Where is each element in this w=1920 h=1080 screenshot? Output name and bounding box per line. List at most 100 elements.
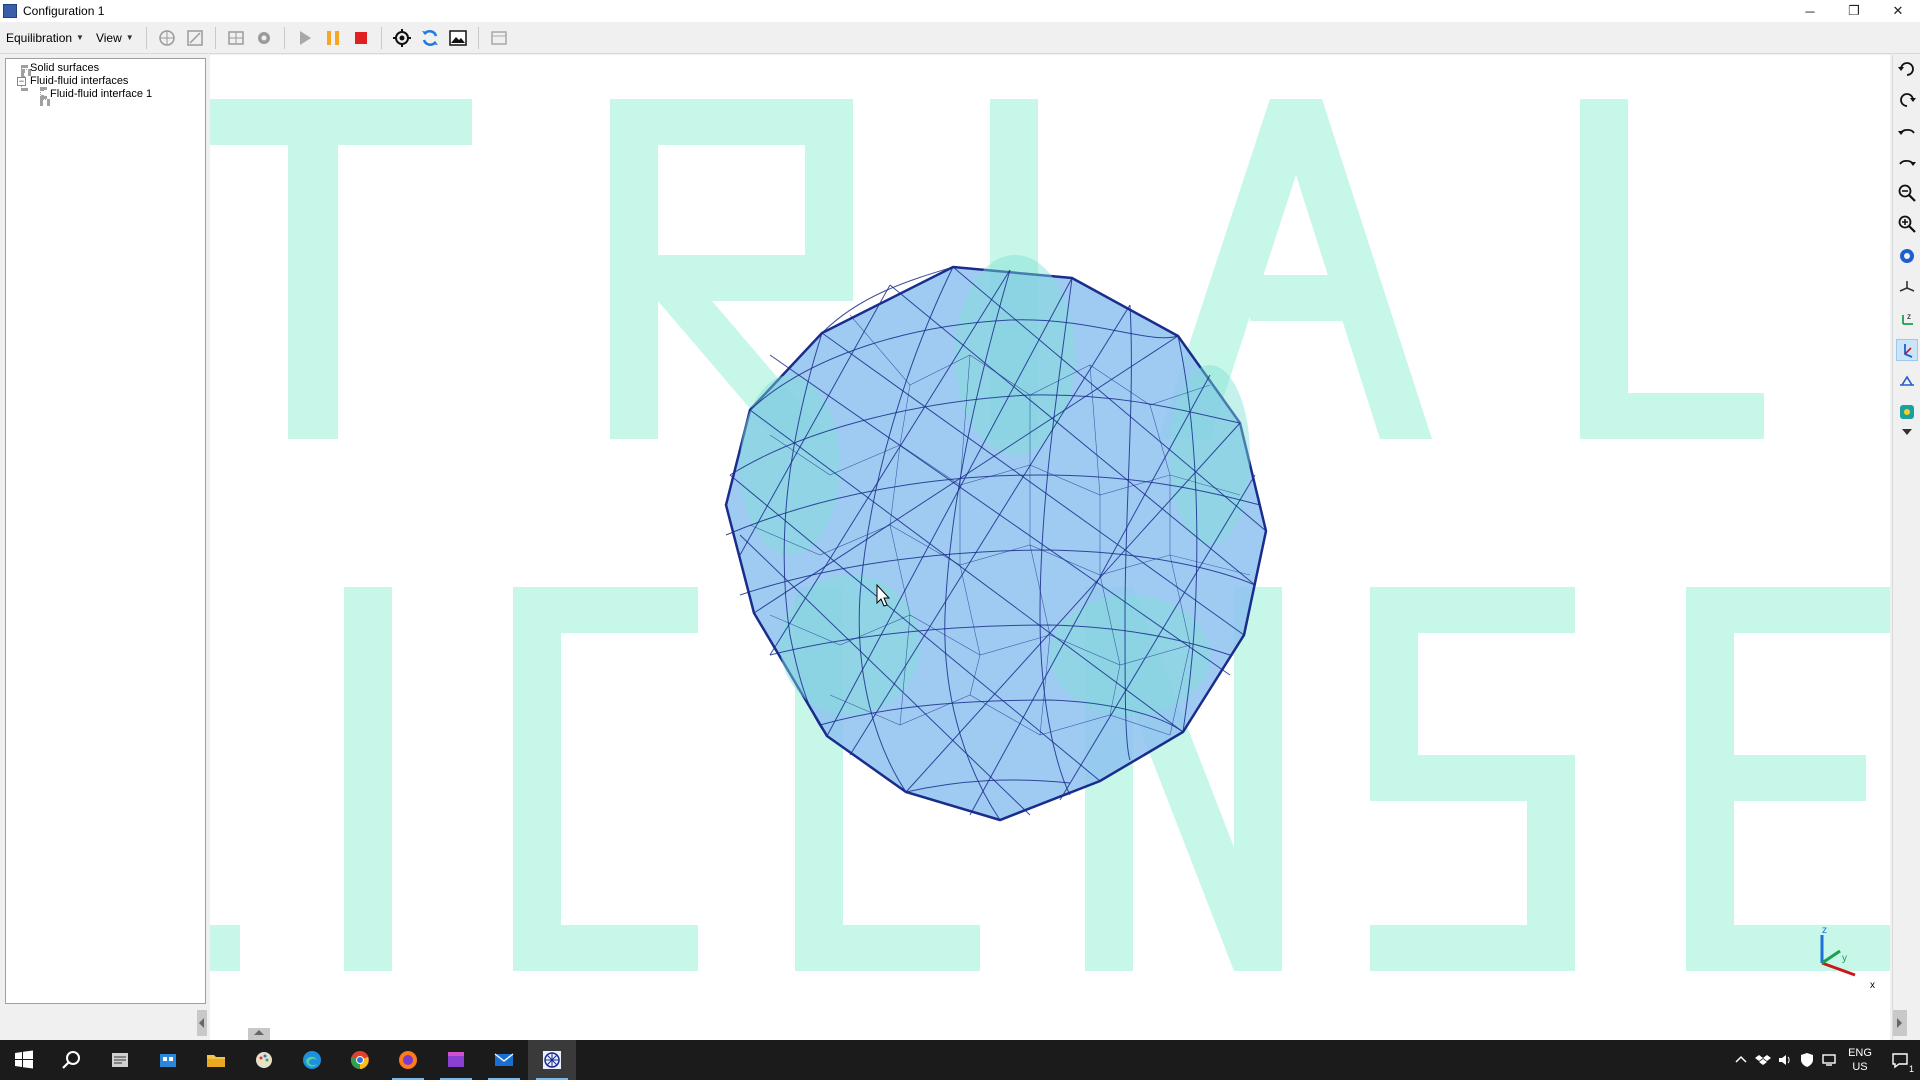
settings-button[interactable] — [251, 25, 277, 51]
main-toolbar: Equilibration ▼ View ▼ — [0, 22, 1920, 54]
notification-count: 1 — [1908, 1064, 1914, 1074]
taskbar-mail[interactable] — [480, 1040, 528, 1080]
more-dropdown-button[interactable] — [1896, 425, 1918, 439]
3d-viewport[interactable]: z y x — [210, 55, 1890, 1040]
watermark-stroke — [288, 99, 338, 439]
tree-item-fluid-fluid-interface-1[interactable]: Fluid-fluid interface 1 — [50, 88, 152, 100]
equilibration-menu-label: Equilibration — [6, 30, 73, 45]
watermark-stroke — [513, 587, 698, 633]
taskbar-chrome[interactable] — [336, 1040, 384, 1080]
axis-x-label: x — [1870, 980, 1875, 991]
taskbar-video-editor[interactable] — [432, 1040, 480, 1080]
taskbar-file-explorer[interactable] — [192, 1040, 240, 1080]
axis-z-button[interactable]: z — [1896, 308, 1918, 330]
paint-icon — [256, 1052, 272, 1068]
rotate-left-button[interactable] — [1896, 58, 1918, 80]
surface-evolver-icon — [543, 1051, 561, 1069]
tray-volume[interactable] — [1774, 1040, 1796, 1080]
expand-right-arrow[interactable] — [1893, 1010, 1907, 1036]
dropbox-icon — [1755, 1055, 1771, 1065]
tree-item-solid-surfaces[interactable]: Solid surfaces — [30, 62, 99, 74]
app-icon — [3, 4, 17, 18]
play-icon — [299, 30, 311, 45]
minimize-button[interactable]: ─ — [1788, 0, 1832, 22]
axis-z-icon: z — [1902, 312, 1913, 325]
panel-icon — [490, 30, 507, 45]
notes-app-icon — [112, 1053, 128, 1067]
equilibration-menu[interactable]: Equilibration ▼ — [0, 22, 90, 54]
model-icon — [158, 29, 175, 46]
toolbar-separator — [380, 26, 382, 49]
panel-button[interactable] — [486, 25, 512, 51]
render-mode-icon — [1900, 405, 1914, 419]
region-code: US — [1852, 1061, 1868, 1073]
undo-view-button[interactable] — [1896, 120, 1918, 142]
axis-y-icon — [1904, 344, 1913, 358]
mesh-button[interactable] — [223, 25, 249, 51]
model-button[interactable] — [154, 25, 180, 51]
toolbar-separator — [145, 26, 147, 49]
tray-security[interactable] — [1796, 1040, 1818, 1080]
volume-icon — [1779, 1055, 1790, 1065]
watermark-stroke — [1250, 275, 1346, 321]
axis-xyz-button[interactable] — [1896, 277, 1918, 299]
watermark-stroke — [1580, 393, 1764, 439]
collapse-panel-arrow[interactable] — [197, 1010, 207, 1036]
tray-dropbox[interactable] — [1752, 1040, 1774, 1080]
zoom-in-button[interactable] — [1896, 213, 1918, 235]
close-button[interactable]: ✕ — [1876, 0, 1920, 22]
zoom-out-button[interactable] — [1896, 182, 1918, 204]
taskbar-paint-app[interactable] — [240, 1040, 288, 1080]
axis-x-button[interactable] — [1896, 370, 1918, 392]
tree-item-fluid-fluid-interfaces[interactable]: Fluid-fluid interfaces — [30, 75, 128, 87]
search-button[interactable] — [48, 1040, 96, 1080]
taskbar-notes-app[interactable] — [96, 1040, 144, 1080]
pause-button[interactable] — [320, 25, 346, 51]
watermark-stroke — [344, 587, 392, 971]
settings-gear-icon — [257, 31, 270, 44]
image-export-button[interactable] — [445, 25, 471, 51]
restore-button[interactable]: ❐ — [1832, 0, 1876, 22]
tray-network[interactable] — [1818, 1040, 1840, 1080]
taskbar-firefox[interactable] — [384, 1040, 432, 1080]
watermark-stroke — [513, 925, 698, 971]
rotate-right-button[interactable] — [1896, 89, 1918, 111]
svg-text:z: z — [1907, 312, 1911, 321]
taskbar-edge[interactable] — [288, 1040, 336, 1080]
view-menu[interactable]: View ▼ — [90, 22, 140, 54]
file-explorer-icon — [207, 1055, 225, 1067]
view-settings-button[interactable] — [1896, 245, 1918, 267]
notification-center-button[interactable]: 1 — [1880, 1040, 1920, 1080]
axis-y-button[interactable] — [1896, 339, 1918, 361]
language-indicator[interactable]: ENG US — [1840, 1046, 1880, 1074]
start-button[interactable] — [0, 1040, 48, 1080]
redo-view-button[interactable] — [1896, 151, 1918, 173]
taskbar-store-app[interactable] — [144, 1040, 192, 1080]
watermark-stroke — [1234, 587, 1282, 971]
pause-icon — [326, 30, 339, 45]
view-menu-label: View — [95, 30, 122, 45]
axis-x-icon — [1900, 375, 1914, 386]
expand-bottom-arrow[interactable] — [248, 1028, 270, 1040]
tray-overflow-button[interactable] — [1730, 1040, 1752, 1080]
trial-license-watermark — [210, 99, 1890, 977]
axis-z-label: z — [1822, 925, 1827, 936]
edit-button[interactable] — [182, 25, 208, 51]
target-button[interactable] — [389, 25, 415, 51]
view-settings-gear-icon — [1900, 249, 1914, 263]
render-mode-button[interactable] — [1896, 401, 1918, 423]
title-bar: Configuration 1 ─ ❐ ✕ — [0, 0, 1920, 22]
watermark-stroke — [1686, 587, 1890, 633]
windows-start-icon — [15, 1050, 33, 1069]
watermark-stroke — [795, 925, 980, 971]
taskbar-surface-evolver[interactable] — [528, 1040, 576, 1080]
collapse-icon[interactable]: − — [17, 77, 26, 86]
search-icon — [62, 1051, 80, 1069]
toolbar-separator — [214, 26, 216, 49]
refresh-button[interactable] — [417, 25, 443, 51]
stop-button[interactable] — [348, 25, 374, 51]
chevron-up-icon — [1735, 1055, 1747, 1063]
play-button[interactable] — [292, 25, 318, 51]
more-dropdown-icon — [1902, 429, 1912, 435]
object-tree: Solid surfaces − Fluid-fluid interfaces … — [5, 58, 206, 1004]
